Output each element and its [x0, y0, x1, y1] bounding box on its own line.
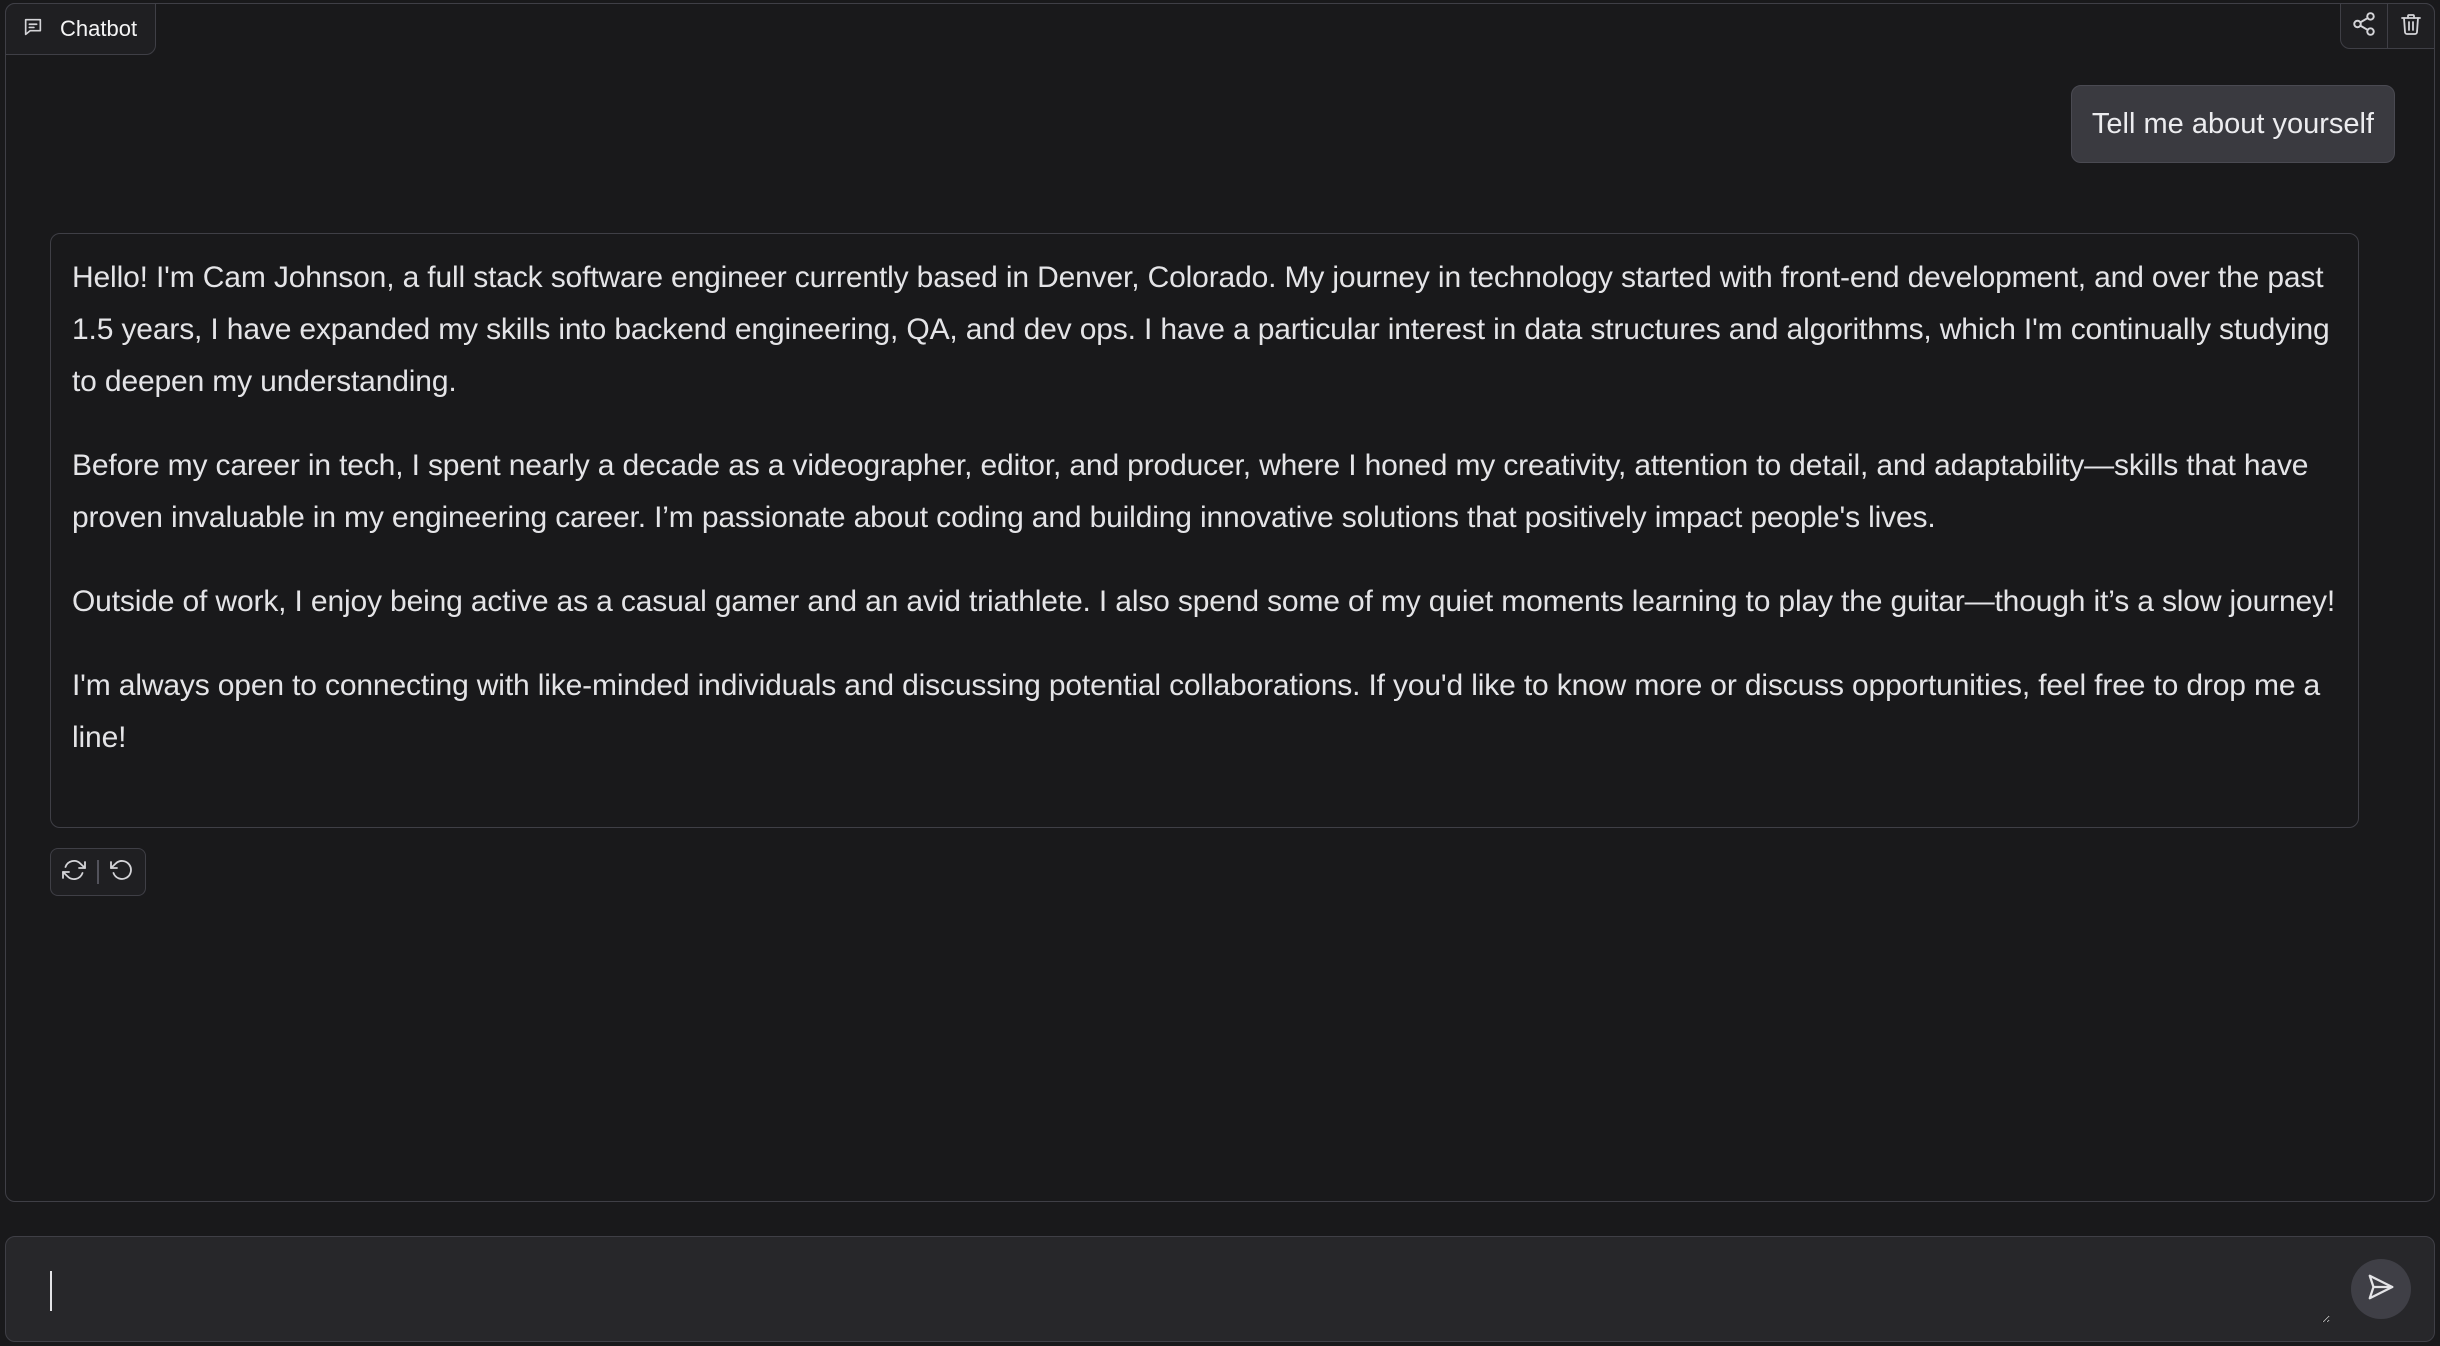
chatbot-label-text: Chatbot: [60, 16, 138, 41]
user-message: Tell me about yourself: [2070, 85, 2395, 163]
retry-icon: [62, 858, 86, 887]
send-button[interactable]: [2351, 1259, 2411, 1319]
clear-button[interactable]: [2387, 4, 2434, 48]
send-icon: [2366, 1272, 2396, 1307]
bot-paragraph: Outside of work, I enjoy being active as…: [72, 585, 2336, 618]
bot-paragraph: Before my career in tech, I spent nearly…: [72, 449, 2309, 534]
message-input-bar: [5, 1236, 2435, 1342]
user-message-text: Tell me about yourself: [2091, 107, 2374, 140]
share-icon: [2351, 11, 2377, 42]
bot-paragraph: I'm always open to connecting with like-…: [72, 669, 2321, 754]
message-actions: [50, 848, 146, 896]
trash-icon: [2399, 11, 2423, 42]
bot-paragraph: Hello! I'm Cam Johnson, a full stack sof…: [72, 261, 2330, 398]
retry-button[interactable]: [51, 850, 97, 894]
chatbot-panel: Chatbot Tell me about yourself Hello! I'…: [5, 3, 2435, 1202]
share-button[interactable]: [2341, 4, 2387, 48]
bot-message: Hello! I'm Cam Johnson, a full stack sof…: [50, 233, 2359, 828]
panel-actions: [2340, 3, 2435, 49]
message-input[interactable]: [46, 1259, 2330, 1323]
chatbot-label: Chatbot: [5, 3, 157, 55]
text-caret: [50, 1271, 52, 1311]
undo-button[interactable]: [99, 850, 145, 894]
chat-icon: [22, 16, 44, 43]
undo-icon: [109, 858, 134, 887]
